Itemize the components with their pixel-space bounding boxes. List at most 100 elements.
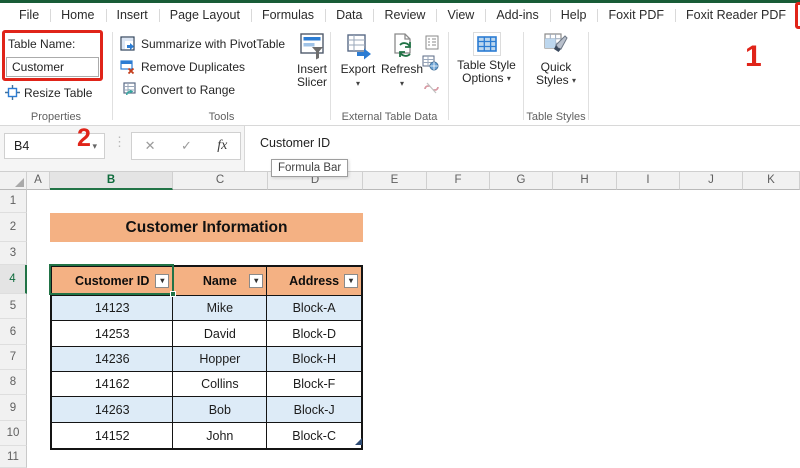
tab-formulas[interactable]: Formulas <box>250 3 325 28</box>
column-header-A[interactable]: A <box>27 172 50 190</box>
table-cell[interactable]: Block-F <box>267 372 361 396</box>
cell-G3[interactable] <box>490 242 553 265</box>
cell-K5[interactable] <box>743 294 800 319</box>
resize-table-button[interactable]: Resize Table <box>5 85 92 100</box>
table-cell[interactable]: 14162 <box>52 372 174 396</box>
cell-I5[interactable] <box>617 294 680 319</box>
cell-F10[interactable] <box>427 421 490 446</box>
cell-E7[interactable] <box>363 345 427 370</box>
cell-K8[interactable] <box>743 370 800 395</box>
cell-G11[interactable] <box>490 446 553 468</box>
table-header-address[interactable]: Address ▾ <box>267 267 362 295</box>
convert-to-range-button[interactable]: Convert to Range <box>120 80 235 100</box>
tab-data[interactable]: Data <box>325 3 373 28</box>
column-header-E[interactable]: E <box>363 172 427 190</box>
cell-J6[interactable] <box>680 319 743 345</box>
cell-E5[interactable] <box>363 294 427 319</box>
open-in-browser-button[interactable] <box>421 55 439 71</box>
row-header-3[interactable]: 3 <box>0 242 27 265</box>
table-cell[interactable]: Block-A <box>267 296 361 320</box>
cell-F9[interactable] <box>427 395 490 421</box>
cell-F5[interactable] <box>427 294 490 319</box>
name-box-dropdown-icon[interactable]: ▾ <box>92 134 97 158</box>
row-header-7[interactable]: 7 <box>0 345 27 370</box>
cell-H7[interactable] <box>553 345 617 370</box>
cell-G9[interactable] <box>490 395 553 421</box>
cell-J10[interactable] <box>680 421 743 446</box>
filter-dropdown-button[interactable]: ▾ <box>344 274 359 288</box>
tab-help[interactable]: Help <box>549 3 598 28</box>
table-cell[interactable]: 14236 <box>52 347 174 371</box>
cell-C1[interactable] <box>173 190 268 213</box>
column-header-F[interactable]: F <box>427 172 490 190</box>
tab-review[interactable]: Review <box>373 3 436 28</box>
tab-view[interactable]: View <box>436 3 485 28</box>
table-header-name[interactable]: Name ▾ <box>173 267 268 295</box>
column-header-C[interactable]: C <box>173 172 268 190</box>
cell-E4[interactable] <box>363 265 427 294</box>
cell-J9[interactable] <box>680 395 743 421</box>
cell-G4[interactable] <box>490 265 553 294</box>
enter-button[interactable]: ✓ <box>181 138 192 154</box>
cell-H2[interactable] <box>553 213 617 242</box>
cell-H4[interactable] <box>553 265 617 294</box>
cell-K7[interactable] <box>743 345 800 370</box>
cell-H9[interactable] <box>553 395 617 421</box>
table-cell[interactable]: Block-C <box>267 423 361 448</box>
cell-I11[interactable] <box>617 446 680 468</box>
table-cell[interactable]: Mike <box>173 296 268 320</box>
table-cell[interactable]: Hopper <box>173 347 268 371</box>
table-cell[interactable]: Collins <box>173 372 268 396</box>
cell-K3[interactable] <box>743 242 800 265</box>
cell-E6[interactable] <box>363 319 427 345</box>
cell-H1[interactable] <box>553 190 617 213</box>
cell-B3[interactable] <box>50 242 173 265</box>
cell-E3[interactable] <box>363 242 427 265</box>
export-button[interactable]: Export ▾ <box>337 32 379 90</box>
cell-J7[interactable] <box>680 345 743 370</box>
column-header-I[interactable]: I <box>617 172 680 190</box>
row-header-5[interactable]: 5 <box>0 294 27 319</box>
cell-K6[interactable] <box>743 319 800 345</box>
formula-bar-drag-handle[interactable]: ⋮ <box>113 134 126 150</box>
cell-K11[interactable] <box>743 446 800 468</box>
cell-I10[interactable] <box>617 421 680 446</box>
cell-A4[interactable] <box>27 265 50 294</box>
cell-J5[interactable] <box>680 294 743 319</box>
column-header-G[interactable]: G <box>490 172 553 190</box>
cell-F2[interactable] <box>427 213 490 242</box>
cell-E11[interactable] <box>363 446 427 468</box>
row-header-8[interactable]: 8 <box>0 370 27 395</box>
cell-A6[interactable] <box>27 319 50 345</box>
cell-H11[interactable] <box>553 446 617 468</box>
cell-A8[interactable] <box>27 370 50 395</box>
cell-I6[interactable] <box>617 319 680 345</box>
cell-D1[interactable] <box>268 190 363 213</box>
cell-E10[interactable] <box>363 421 427 446</box>
table-cell[interactable]: John <box>173 423 268 448</box>
insert-function-button[interactable]: fx <box>217 138 227 154</box>
column-header-K[interactable]: K <box>743 172 800 190</box>
tab-add-ins[interactable]: Add-ins <box>485 3 549 28</box>
data-range-properties-button[interactable] <box>423 34 441 50</box>
cell-H10[interactable] <box>553 421 617 446</box>
cell-K2[interactable] <box>743 213 800 242</box>
cell-I7[interactable] <box>617 345 680 370</box>
table-cell[interactable]: 14253 <box>52 321 174 346</box>
row-header-4[interactable]: 4 <box>0 265 27 294</box>
quick-styles-button[interactable]: Quick Styles ▾ <box>526 32 586 87</box>
tab-insert[interactable]: Insert <box>105 3 159 28</box>
cell-G1[interactable] <box>490 190 553 213</box>
cell-A1[interactable] <box>27 190 50 213</box>
cell-K10[interactable] <box>743 421 800 446</box>
cell-H8[interactable] <box>553 370 617 395</box>
cell-F4[interactable] <box>427 265 490 294</box>
cell-H3[interactable] <box>553 242 617 265</box>
table-cell[interactable]: 14263 <box>52 397 174 422</box>
row-header-11[interactable]: 11 <box>0 446 27 468</box>
cell-H6[interactable] <box>553 319 617 345</box>
row-header-9[interactable]: 9 <box>0 395 27 421</box>
cell-J2[interactable] <box>680 213 743 242</box>
tab-home[interactable]: Home <box>50 3 105 28</box>
cell-I3[interactable] <box>617 242 680 265</box>
